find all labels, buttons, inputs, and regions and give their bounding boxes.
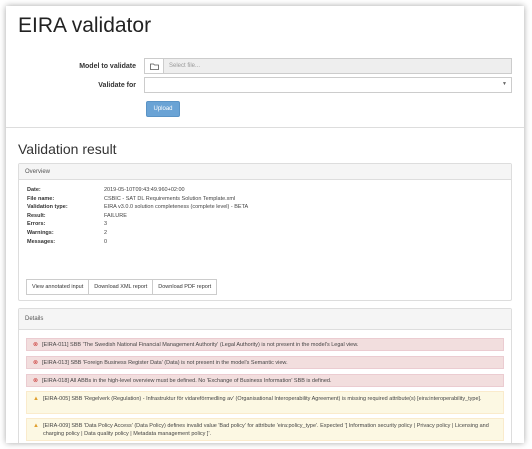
warning-alert: ▲ [EIRA-005] SBB 'Regelverk (Regulation)…	[26, 391, 504, 414]
overview-heading: Overview	[19, 164, 511, 180]
overview-row: Result: FAILURE	[27, 212, 248, 221]
view-annotated-input-button[interactable]: View annotated input	[26, 279, 90, 295]
folder-icon[interactable]	[144, 58, 164, 74]
page-title: EIRA validator	[18, 14, 152, 37]
download-xml-report-button[interactable]: Download XML report	[88, 279, 154, 295]
overview-key: Result:	[27, 212, 46, 219]
overview-row: Warnings: 2	[27, 229, 248, 238]
overview-key: Errors:	[27, 221, 46, 228]
model-row: Model to validate Select file...	[18, 58, 512, 74]
overview-key: Date:	[27, 187, 41, 193]
overview-value: FAILURE	[104, 212, 127, 219]
report-buttons: View annotated input Download XML report…	[26, 279, 218, 295]
overview-value: CSBIC - SAT DL Requirements Solution Tem…	[104, 195, 236, 202]
validation-result-title: Validation result	[18, 141, 117, 157]
error-message: [EIRA-011] SBB 'The Swedish National Fin…	[42, 341, 359, 348]
overview-value: EIRA v3.0.0 solution completeness (compl…	[104, 204, 249, 211]
warning-message: [EIRA-009] SBB 'Data Policy Access' (Dat…	[42, 423, 489, 437]
warning-message: [EIRA-005] SBB 'Regelverk (Regulation) -…	[42, 396, 482, 402]
overview-row: Errors: 3	[27, 220, 248, 229]
validator-window: EIRA validator Model to validate Select …	[6, 6, 524, 443]
model-label: Model to validate	[79, 62, 136, 70]
overview-value: 2	[104, 229, 108, 236]
validate-for-select[interactable]: ▼	[144, 77, 512, 93]
warning-icon: ▲	[33, 423, 39, 429]
overview-key: Warnings:	[27, 229, 54, 236]
details-panel: Details ⊗ [EIRA-011] SBB 'The Swedish Na…	[18, 308, 512, 443]
error-alert: ⊗ [EIRA-011] SBB 'The Swedish National F…	[26, 338, 504, 351]
overview-value: 3	[104, 221, 108, 228]
file-picker[interactable]: Select file...	[144, 58, 512, 74]
overview-row: Validation type: EIRA v3.0.0 solution com…	[27, 203, 248, 212]
error-alert: ⊗ [EIRA-013] SBB 'Foreign Business Regis…	[26, 356, 504, 369]
file-input[interactable]: Select file...	[164, 58, 512, 74]
overview-value: 0	[104, 238, 108, 245]
validate-for-label: Validate for	[98, 81, 136, 89]
overview-row: Date: 2019-05-10T09:43:49.960+02:00	[27, 186, 248, 195]
divider	[6, 127, 524, 128]
upload-button[interactable]: Upload	[146, 101, 180, 117]
overview-key: Messages:	[27, 238, 56, 245]
error-message: [EIRA-018] All ABBs in the high-level ov…	[42, 377, 332, 384]
warning-icon: ▲	[33, 396, 39, 402]
error-message: [EIRA-013] SBB 'Foreign Business Registe…	[42, 359, 288, 366]
overview-key: File name:	[27, 195, 55, 202]
error-icon: ⊗	[33, 377, 39, 384]
overview-key: Validation type:	[27, 204, 68, 211]
overview-row: File name: CSBIC - SAT DL Requirements So…	[27, 195, 248, 204]
error-icon: ⊗	[33, 341, 39, 348]
overview-panel: Overview Date: 2019-05-10T09:43:49.960+02…	[18, 163, 512, 301]
overview-value: 2019-05-10T09:43:49.960+02:00	[104, 187, 185, 193]
overview-row: Messages: 0	[27, 238, 248, 247]
validate-for-row: Validate for ▼	[18, 77, 512, 93]
details-heading: Details	[19, 309, 511, 330]
warning-alert: ▲ [EIRA-009] SBB 'Data Policy Access' (D…	[26, 418, 504, 441]
chevron-down-icon: ▼	[502, 81, 507, 87]
download-pdf-report-button[interactable]: Download PDF report	[152, 279, 218, 295]
error-icon: ⊗	[33, 359, 39, 366]
error-alert: ⊗ [EIRA-018] All ABBs in the high-level …	[26, 374, 504, 387]
overview-list: Date: 2019-05-10T09:43:49.960+02:00 File …	[27, 186, 248, 246]
